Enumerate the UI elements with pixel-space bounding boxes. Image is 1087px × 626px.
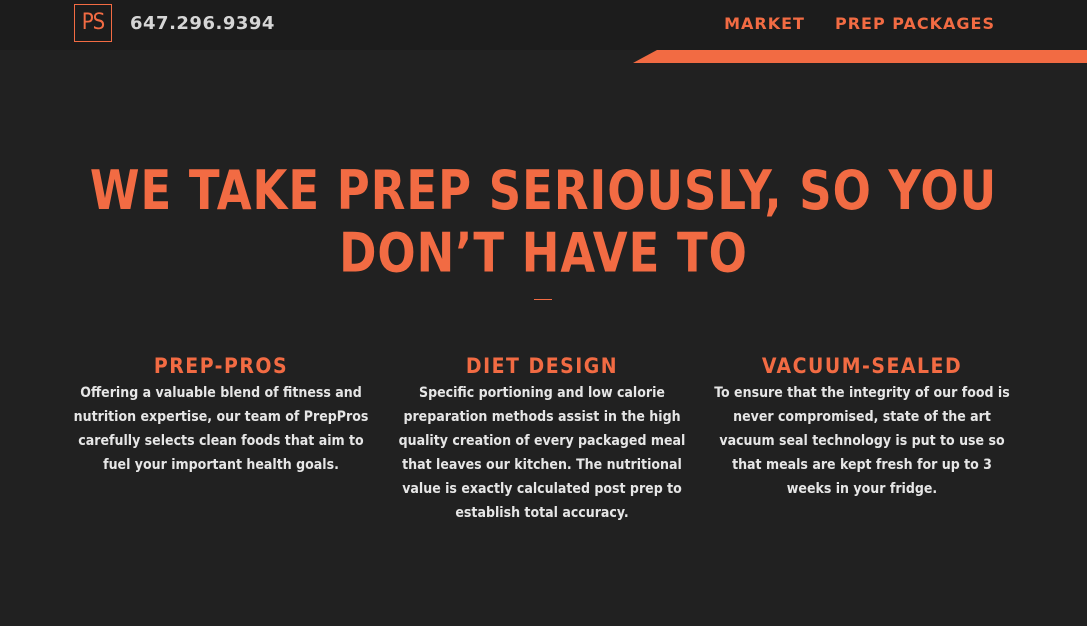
feature-title: PREP-PROS xyxy=(153,354,289,378)
feature-text: Specific portioning and low calorie prep… xyxy=(398,385,686,521)
feature-title: VACUUM-SEALED xyxy=(761,354,963,378)
nav-market-link[interactable]: MARKET xyxy=(724,12,805,36)
feature-text: To ensure that the integrity of our food… xyxy=(714,385,1010,497)
hero-title: WE TAKE PREP SERIOUSLY, SO YOU DON’T HAV… xyxy=(89,159,998,285)
ps-logo[interactable]: PS xyxy=(74,4,112,42)
title-divider xyxy=(534,299,552,300)
feature-prep-pros: PREP-PROS Offering a valuable blend of f… xyxy=(73,352,369,477)
main-nav: MARKET PREP PACKAGES xyxy=(724,12,995,36)
site-header: PS 647.296.9394 MARKET PREP PACKAGES xyxy=(0,0,1087,50)
phone-number[interactable]: 647.296.9394 xyxy=(130,12,275,36)
header-accent-bar xyxy=(633,50,1087,63)
feature-title: DIET DESIGN xyxy=(465,354,619,378)
nav-prep-packages-link[interactable]: PREP PACKAGES xyxy=(835,12,995,36)
feature-diet-design: DIET DESIGN Specific portioning and low … xyxy=(394,352,690,525)
feature-text: Offering a valuable blend of fitness and… xyxy=(73,385,369,473)
feature-vacuum-sealed: VACUUM-SEALED To ensure that the integri… xyxy=(714,352,1010,501)
